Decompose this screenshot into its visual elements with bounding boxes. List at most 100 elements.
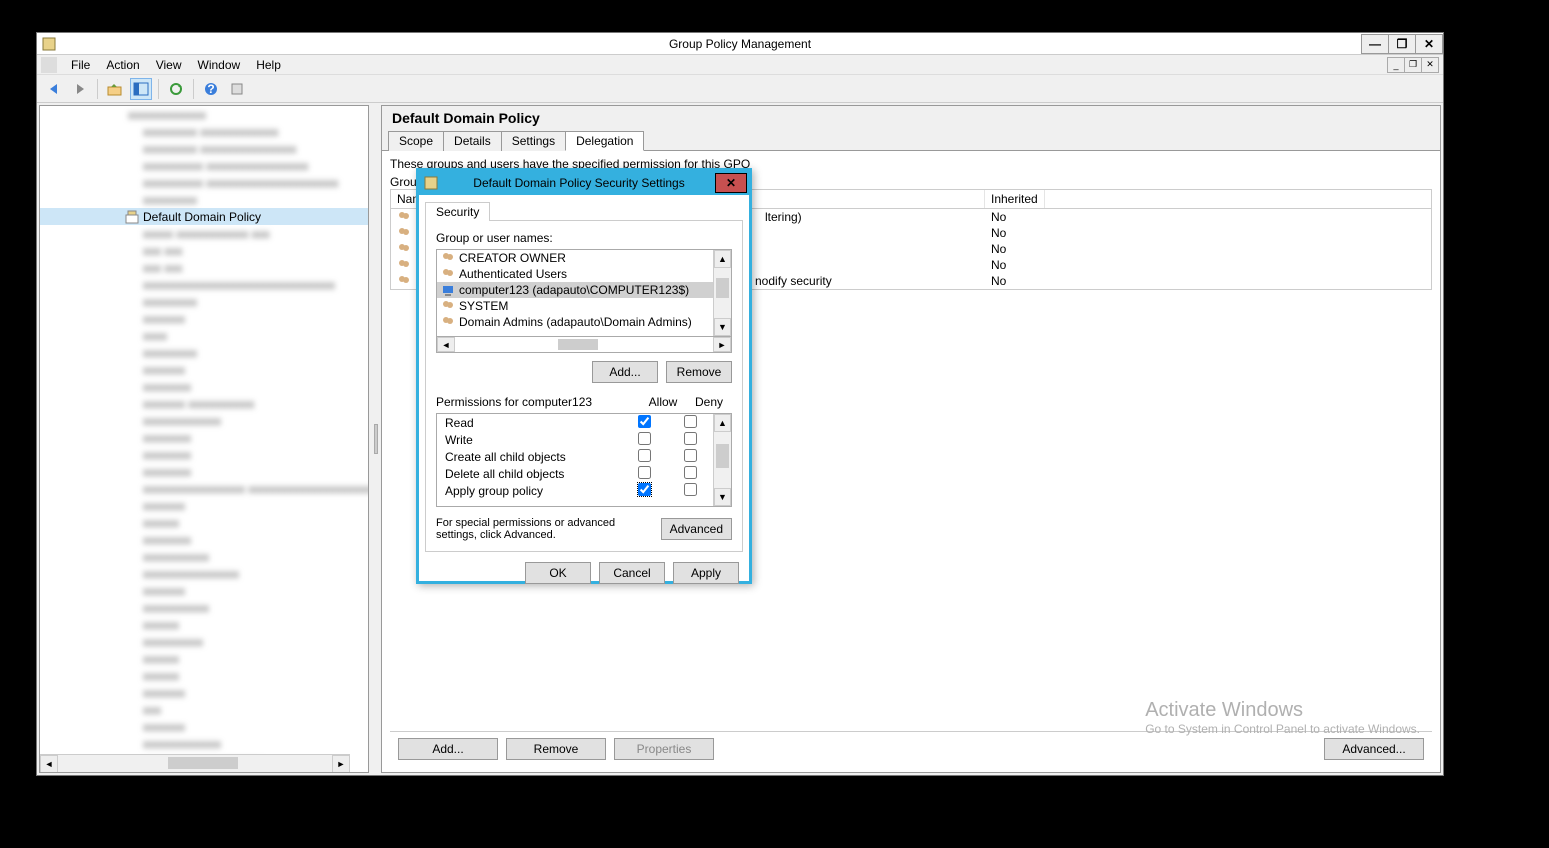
show-hide-tree-button[interactable] [130, 78, 152, 100]
group-icon [441, 299, 455, 313]
mdi-restore-button[interactable]: ❐ [1404, 57, 1422, 73]
gpo-icon [125, 210, 139, 224]
dialog-title: Default Domain Policy Security Settings [443, 176, 715, 190]
group-icon [441, 251, 455, 265]
scroll-up-button[interactable]: ▲ [714, 414, 731, 432]
advanced-hint: For special permissions or advanced sett… [436, 517, 653, 541]
scroll-thumb[interactable] [716, 444, 729, 468]
permissions-label: Permissions for computer123 [436, 395, 640, 409]
users-icon [397, 226, 411, 240]
deny-checkbox[interactable] [684, 449, 697, 462]
allow-checkbox[interactable] [638, 483, 651, 496]
dialog-remove-button[interactable]: Remove [666, 361, 732, 383]
allow-checkbox[interactable] [638, 449, 651, 462]
users-icon [397, 258, 411, 272]
scroll-left-button[interactable]: ◄ [437, 337, 455, 352]
apply-button[interactable]: Apply [673, 562, 739, 584]
dialog-add-button[interactable]: Add... [592, 361, 658, 383]
list-item[interactable]: SYSTEM [437, 298, 713, 314]
menu-file[interactable]: File [63, 56, 98, 74]
add-button[interactable]: Add... [398, 738, 498, 760]
tab-details[interactable]: Details [443, 131, 502, 151]
listbox-vscrollbar[interactable]: ▲ ▼ [713, 250, 731, 336]
group-user-names-label: Group or user names: [436, 231, 732, 245]
ok-button[interactable]: OK [525, 562, 591, 584]
allow-checkbox[interactable] [638, 466, 651, 479]
back-button[interactable] [43, 78, 65, 100]
allow-col-header: Allow [640, 395, 686, 409]
menu-view[interactable]: View [148, 56, 190, 74]
mmc-icon [41, 57, 57, 73]
mdi-close-button[interactable]: ✕ [1421, 57, 1439, 73]
window-title: Group Policy Management [669, 37, 811, 51]
app-icon [41, 36, 57, 52]
extra-button[interactable] [226, 78, 248, 100]
forward-button[interactable] [69, 78, 91, 100]
menu-help[interactable]: Help [248, 56, 289, 74]
list-item[interactable]: Authenticated Users [437, 266, 713, 282]
tab-scope[interactable]: Scope [388, 131, 444, 151]
group-icon [441, 267, 455, 281]
advanced-button[interactable]: Advanced... [1324, 738, 1424, 760]
permission-row: Delete all child objects [437, 465, 713, 482]
dialog-close-button[interactable]: ✕ [715, 173, 747, 193]
tab-settings[interactable]: Settings [501, 131, 566, 151]
tree-item-default-domain-policy[interactable]: Default Domain Policy [40, 208, 368, 225]
scroll-down-button[interactable]: ▼ [714, 318, 731, 336]
permissions-list: Read Write Create all child objects [436, 413, 732, 507]
dialog-titlebar[interactable]: Default Domain Policy Security Settings … [419, 171, 749, 195]
maximize-button[interactable]: ❐ [1388, 34, 1416, 54]
scroll-right-button[interactable]: ► [713, 337, 731, 352]
list-item[interactable]: computer123 (adapauto\COMPUTER123$) [437, 282, 713, 298]
scroll-up-button[interactable]: ▲ [714, 250, 731, 268]
svg-text:?: ? [207, 82, 214, 96]
scroll-down-button[interactable]: ▼ [714, 488, 731, 506]
listbox-hscrollbar[interactable]: ◄ ► [436, 337, 732, 353]
cancel-button[interactable]: Cancel [599, 562, 665, 584]
scroll-thumb[interactable] [558, 339, 598, 350]
deny-checkbox[interactable] [684, 483, 697, 496]
list-item[interactable]: Domain Admins (adapauto\Domain Admins) [437, 314, 713, 330]
splitter[interactable] [371, 103, 381, 775]
remove-button[interactable]: Remove [506, 738, 606, 760]
toolbar: ? [37, 75, 1443, 103]
permission-row: Read [437, 414, 713, 431]
group-user-listbox[interactable]: CREATOR OWNER Authenticated Users comput… [436, 249, 732, 337]
permission-row: Write [437, 431, 713, 448]
dialog-advanced-button[interactable]: Advanced [661, 518, 732, 540]
menubar: File Action View Window Help _ ❐ ✕ [37, 55, 1443, 75]
close-button[interactable]: ✕ [1415, 34, 1443, 54]
tab-delegation[interactable]: Delegation [565, 131, 644, 151]
security-settings-dialog: Default Domain Policy Security Settings … [416, 168, 752, 584]
users-icon [397, 274, 411, 288]
help-button[interactable]: ? [200, 78, 222, 100]
allow-checkbox[interactable] [638, 415, 651, 428]
scroll-thumb[interactable] [716, 278, 729, 298]
mdi-minimize-button[interactable]: _ [1387, 57, 1405, 73]
properties-button[interactable]: Properties [614, 738, 714, 760]
up-folder-button[interactable] [104, 78, 126, 100]
tabstrip: Scope Details Settings Delegation [382, 130, 1440, 151]
permission-row: Apply group policy [437, 482, 713, 499]
dialog-icon [423, 175, 439, 191]
deny-checkbox[interactable] [684, 415, 697, 428]
col-inherited[interactable]: Inherited [985, 190, 1045, 208]
scroll-right-button[interactable]: ► [332, 755, 350, 773]
group-icon [441, 315, 455, 329]
scroll-left-button[interactable]: ◄ [40, 755, 58, 773]
minimize-button[interactable]: — [1361, 34, 1389, 54]
scroll-thumb[interactable] [168, 757, 238, 769]
list-item[interactable]: CREATOR OWNER [437, 250, 713, 266]
deny-col-header: Deny [686, 395, 732, 409]
permission-row: Create all child objects [437, 448, 713, 465]
allow-checkbox[interactable] [638, 432, 651, 445]
perm-vscrollbar[interactable]: ▲ ▼ [713, 414, 731, 506]
deny-checkbox[interactable] [684, 466, 697, 479]
tab-security[interactable]: Security [425, 202, 490, 221]
menu-window[interactable]: Window [190, 56, 249, 74]
menu-action[interactable]: Action [98, 56, 147, 74]
deny-checkbox[interactable] [684, 432, 697, 445]
refresh-button[interactable] [165, 78, 187, 100]
tree-hscrollbar[interactable]: ◄ ► [40, 754, 350, 772]
computer-icon [441, 283, 455, 297]
